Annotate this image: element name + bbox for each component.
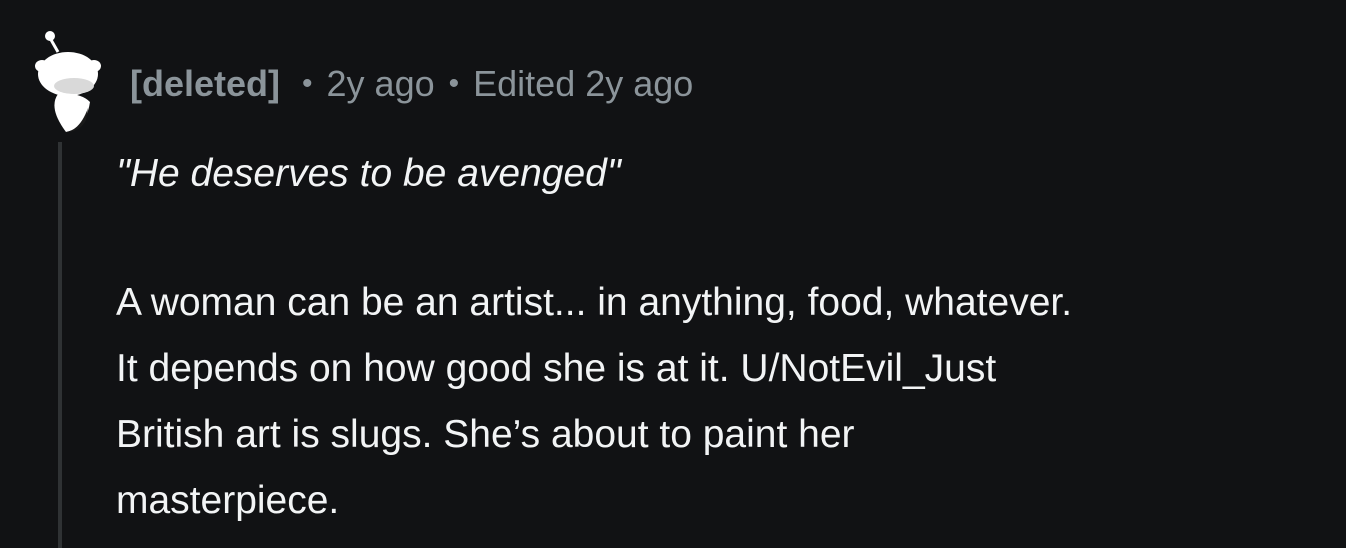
body-line: It depends on how good she is at it. U/N… — [116, 347, 997, 390]
reddit-snoo-avatar-icon[interactable] — [30, 28, 110, 138]
body-line: A woman can be an artist... in anything,… — [116, 281, 1073, 324]
edited-label: Edited 2y ago — [473, 63, 694, 104]
comment-meta: [deleted] • 2y ago • Edited 2y ago — [130, 60, 693, 108]
comment-time[interactable]: 2y ago — [327, 63, 435, 105]
body-line: masterpiece. — [116, 479, 340, 522]
comment-quote: "He deserves to be avenged" — [116, 152, 621, 195]
author-name[interactable]: [deleted] — [130, 63, 280, 105]
separator-dot: • — [302, 67, 313, 100]
thread-line[interactable] — [58, 142, 62, 548]
comment-container: [deleted] • 2y ago • Edited 2y ago "He d… — [0, 0, 1346, 548]
separator-dot: • — [448, 67, 460, 100]
body-line: British art is slugs. She’s about to pai… — [116, 413, 855, 456]
comment-body: A woman can be an artist... in anything,… — [116, 270, 1326, 534]
